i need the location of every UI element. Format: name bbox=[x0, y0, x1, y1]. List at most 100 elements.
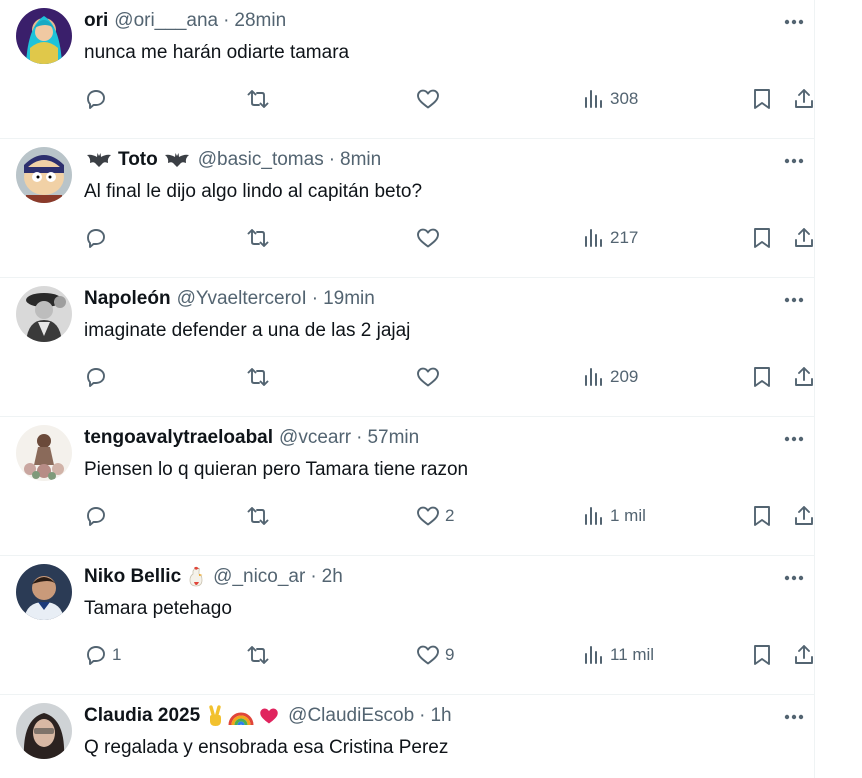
like-button[interactable] bbox=[415, 360, 445, 394]
like-count: 9 bbox=[445, 645, 455, 664]
display-name[interactable]: Toto bbox=[118, 147, 158, 173]
user-handle[interactable]: @vcearr bbox=[279, 425, 351, 451]
reply-icon bbox=[87, 229, 105, 248]
more-dots-icon bbox=[784, 575, 804, 581]
display-name[interactable]: Claudia 2025 bbox=[84, 703, 200, 729]
display-name[interactable]: Niko Bellic bbox=[84, 564, 181, 590]
share-button[interactable] bbox=[792, 638, 816, 672]
bookmark-button[interactable] bbox=[751, 221, 773, 255]
bookmark-icon bbox=[754, 228, 770, 248]
reply-button[interactable]: 1 bbox=[84, 638, 121, 672]
more-options-button[interactable] bbox=[780, 8, 808, 36]
views-bar-chart-icon bbox=[585, 229, 602, 247]
tweet-header: tengoavalytraeloabal @vcearr · 57min bbox=[84, 425, 758, 451]
retweet-icon bbox=[247, 646, 269, 664]
timestamp[interactable]: 28min bbox=[234, 8, 286, 34]
more-dots-icon bbox=[784, 714, 804, 720]
tweet-item[interactable]: Niko Bellic @_nico_ar · 2h Tamara peteha… bbox=[0, 556, 814, 695]
avatar[interactable] bbox=[16, 564, 72, 620]
tweet-item[interactable]: tengoavalytraeloabal @vcearr · 57min Pie… bbox=[0, 417, 814, 556]
tweet-text: nunca me harán odiarte tamara bbox=[84, 42, 350, 63]
bookmark-icon bbox=[754, 89, 770, 109]
like-button[interactable] bbox=[415, 221, 445, 255]
views-button[interactable]: 11 mil bbox=[582, 638, 654, 672]
user-handle[interactable]: @YvaelterceroI bbox=[177, 286, 307, 312]
separator: · bbox=[311, 288, 319, 309]
share-button[interactable] bbox=[792, 360, 816, 394]
user-handle[interactable]: @basic_tomas bbox=[198, 147, 324, 173]
views-bar-chart-icon bbox=[585, 646, 602, 664]
bat-emoji-icon bbox=[164, 152, 190, 168]
reply-button[interactable] bbox=[84, 82, 112, 116]
views-button[interactable]: 308 bbox=[582, 82, 638, 116]
tweet-item[interactable]: ori @ori___ana · 28min nunca me harán od… bbox=[0, 0, 814, 139]
avatar[interactable] bbox=[16, 425, 72, 481]
tweet-item[interactable]: Toto @basic_tomas · 8min Al final le dij… bbox=[0, 139, 814, 278]
bookmark-button[interactable] bbox=[751, 499, 773, 533]
share-button[interactable] bbox=[792, 499, 816, 533]
separator: · bbox=[356, 427, 363, 448]
more-dots-icon bbox=[784, 158, 804, 164]
retweet-icon bbox=[247, 90, 269, 108]
bookmark-button[interactable] bbox=[751, 82, 773, 116]
bookmark-icon bbox=[754, 506, 770, 526]
more-options-button[interactable] bbox=[780, 564, 808, 592]
tweet-item[interactable]: Claudia 2025 @ClaudiEscob · 1h Q regalad… bbox=[0, 695, 814, 778]
avatar[interactable] bbox=[16, 8, 72, 64]
timestamp[interactable]: 2h bbox=[322, 564, 343, 590]
retweet-button[interactable] bbox=[246, 360, 270, 394]
more-options-button[interactable] bbox=[780, 425, 808, 453]
views-button[interactable]: 217 bbox=[582, 221, 638, 255]
like-button[interactable] bbox=[415, 82, 445, 116]
bookmark-button[interactable] bbox=[751, 638, 773, 672]
user-handle[interactable]: @_nico_ar bbox=[213, 564, 305, 590]
views-button[interactable]: 209 bbox=[582, 360, 638, 394]
timestamp[interactable]: 19min bbox=[323, 286, 375, 312]
separator: · bbox=[310, 566, 317, 587]
display-name[interactable]: ori bbox=[84, 8, 108, 34]
like-button[interactable]: 9 bbox=[415, 638, 454, 672]
reply-icon bbox=[87, 368, 105, 387]
heart-icon bbox=[417, 506, 439, 526]
timestamp[interactable]: 57min bbox=[367, 425, 419, 451]
views-bar-chart-icon bbox=[585, 507, 602, 525]
reply-button[interactable] bbox=[84, 360, 112, 394]
retweet-icon bbox=[247, 507, 269, 525]
retweet-icon bbox=[247, 368, 269, 386]
tweet-text: imaginate defender a una de las 2 jajaj bbox=[84, 320, 411, 341]
bookmark-button[interactable] bbox=[751, 360, 773, 394]
share-icon bbox=[795, 89, 813, 108]
reply-button[interactable] bbox=[84, 221, 112, 255]
avatar[interactable] bbox=[16, 147, 72, 203]
share-button[interactable] bbox=[792, 82, 816, 116]
reply-button[interactable] bbox=[84, 499, 112, 533]
user-handle[interactable]: @ClaudiEscob bbox=[288, 703, 414, 729]
share-icon bbox=[795, 228, 813, 247]
timestamp[interactable]: 8min bbox=[340, 147, 381, 173]
victory-hand-emoji-icon bbox=[206, 705, 224, 727]
views-button[interactable]: 1 mil bbox=[582, 499, 646, 533]
retweet-button[interactable] bbox=[246, 638, 270, 672]
views-count: 1 mil bbox=[610, 506, 646, 525]
avatar[interactable] bbox=[16, 286, 72, 342]
timestamp[interactable]: 1h bbox=[430, 703, 451, 729]
avatar[interactable] bbox=[16, 703, 72, 759]
tweet-header: Claudia 2025 @ClaudiEscob · 1h bbox=[84, 703, 758, 729]
more-options-button[interactable] bbox=[780, 147, 808, 175]
retweet-button[interactable] bbox=[246, 221, 270, 255]
display-name[interactable]: tengoavalytraeloabal bbox=[84, 425, 273, 451]
heart-icon bbox=[417, 367, 439, 387]
views-bar-chart-icon bbox=[585, 368, 602, 386]
like-button[interactable]: 2 bbox=[415, 499, 454, 533]
reply-icon bbox=[87, 507, 105, 526]
display-name[interactable]: Napoleón bbox=[84, 286, 171, 312]
retweet-button[interactable] bbox=[246, 499, 270, 533]
user-handle[interactable]: @ori___ana bbox=[114, 8, 218, 34]
more-options-button[interactable] bbox=[780, 286, 808, 314]
tweet-text: Tamara petehago bbox=[84, 598, 232, 619]
tweet-item[interactable]: Napoleón @YvaelterceroI · 19min imaginat… bbox=[0, 278, 814, 417]
retweet-button[interactable] bbox=[246, 82, 270, 116]
share-button[interactable] bbox=[792, 221, 816, 255]
more-options-button[interactable] bbox=[780, 703, 808, 731]
retweet-icon bbox=[247, 229, 269, 247]
